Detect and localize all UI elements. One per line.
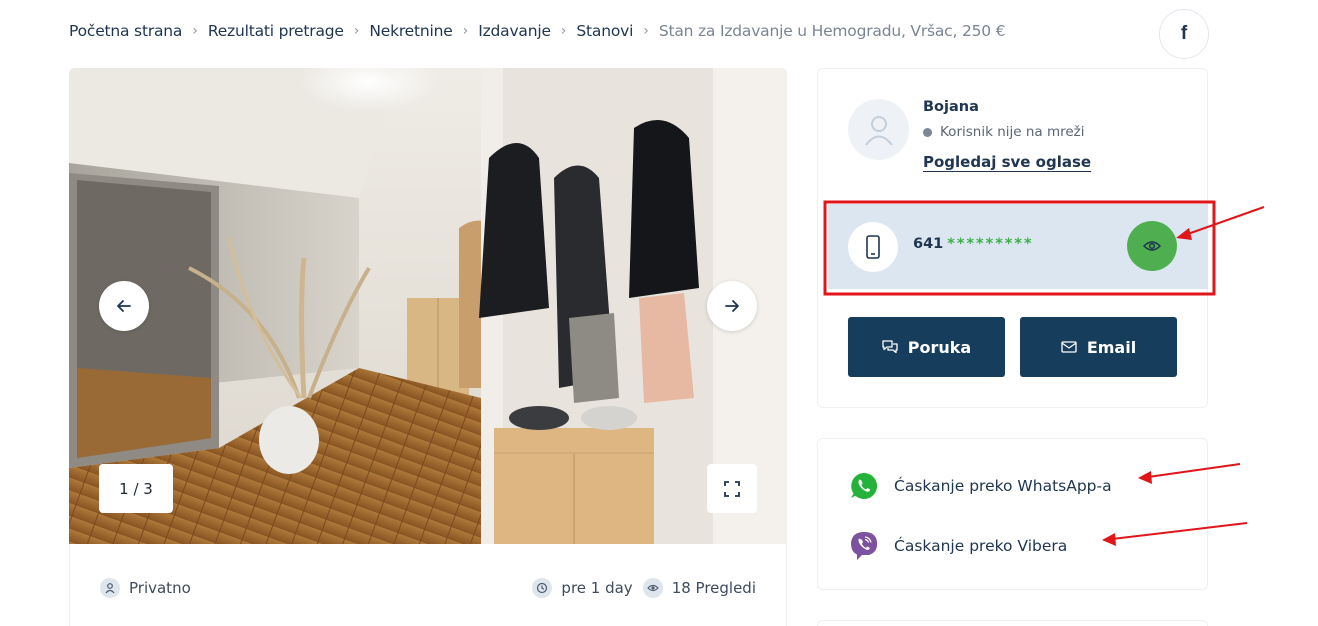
whatsapp-icon [848, 470, 880, 502]
breadcrumb-apartments[interactable]: Stanovi [576, 22, 633, 40]
breadcrumb-separator: › [462, 23, 469, 39]
seller-status: Korisnik nije na mreži [923, 124, 1085, 140]
offline-dot-icon [923, 127, 932, 137]
eye-icon [1143, 241, 1161, 251]
phone-icon-wrapper [848, 222, 898, 272]
arrow-right-icon [725, 300, 739, 312]
avatar [848, 99, 909, 160]
previous-photo-button[interactable] [99, 281, 149, 331]
chat-apps-card: Ćaskanje preko WhatsApp-a Ćaskanje preko… [817, 438, 1208, 590]
photo-counter: 1 / 3 [99, 464, 173, 513]
arrow-left-icon [117, 300, 131, 312]
send-email-button[interactable]: Email [1020, 317, 1177, 377]
breadcrumb-current-listing: Stan za Izdavanje u Hemogradu, Vršac, 25… [658, 22, 1006, 40]
breadcrumb-rental[interactable]: Izdavanje [478, 22, 551, 40]
breadcrumb-separator: › [192, 23, 198, 39]
breadcrumb-real-estate[interactable]: Nekretnine [369, 22, 452, 40]
breadcrumb-separator: › [353, 23, 360, 39]
breadcrumb-home[interactable]: Početna strana [69, 22, 182, 40]
facebook-icon: f [1180, 23, 1188, 44]
send-message-label: Poruka [907, 337, 972, 357]
whatsapp-label: Ćaskanje preko WhatsApp-a [894, 477, 1112, 495]
clock-icon [532, 578, 553, 598]
breadcrumb-separator: › [643, 23, 649, 39]
seller-type: Privatno [100, 578, 191, 598]
listing-meta-bar: Privatno pre 1 day 18 Pregledi [69, 544, 787, 626]
phone-prefix: 641 [913, 236, 944, 252]
seller-type-label: Privatno [129, 579, 191, 597]
phone-number: 641 ********* [913, 236, 1034, 252]
listing-stats: pre 1 day 18 Pregledi [532, 578, 756, 598]
fullscreen-button[interactable] [707, 464, 757, 513]
user-placeholder-icon [864, 115, 893, 146]
send-email-label: Email [1086, 337, 1137, 357]
viber-chat-link[interactable]: Ćaskanje preko Vibera [848, 530, 1067, 562]
next-sidebar-card [817, 620, 1208, 626]
view-count: 18 Pregledi [671, 579, 756, 597]
breadcrumb-search-results[interactable]: Rezultati pretrage [208, 22, 344, 40]
view-all-ads-link[interactable]: Pogledaj sve oglase [923, 153, 1091, 171]
facebook-share-button[interactable]: f [1159, 9, 1209, 59]
breadcrumb-separator: › [560, 23, 567, 39]
eye-icon [642, 578, 663, 598]
whatsapp-chat-link[interactable]: Ćaskanje preko WhatsApp-a [848, 470, 1112, 502]
expand-icon [724, 480, 740, 497]
smartphone-icon [866, 235, 880, 259]
photo-gallery: 1 / 3 [69, 68, 787, 544]
viber-icon [848, 530, 880, 562]
seller-name: Bojana [923, 99, 979, 115]
envelope-icon [1061, 341, 1077, 353]
listing-photo[interactable] [69, 68, 787, 544]
chat-bubbles-icon [882, 340, 898, 354]
breadcrumb: Početna strana › Rezultati pretrage › Ne… [69, 22, 1006, 40]
user-icon [100, 578, 120, 598]
phone-number-box: 641 ********* [828, 204, 1208, 289]
viber-label: Ćaskanje preko Vibera [894, 537, 1068, 555]
posted-time: pre 1 day [561, 579, 633, 597]
send-message-button[interactable]: Poruka [848, 317, 1005, 377]
next-photo-button[interactable] [707, 281, 757, 331]
seller-card: Bojana Korisnik nije na mreži Pogledaj s… [817, 68, 1208, 408]
seller-status-label: Korisnik nije na mreži [940, 124, 1085, 140]
phone-mask: ********* [947, 236, 1034, 252]
reveal-phone-button[interactable] [1127, 221, 1177, 271]
